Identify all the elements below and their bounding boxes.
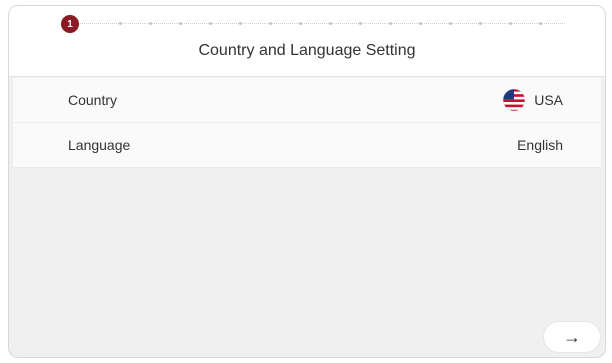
language-value-text: English	[517, 137, 563, 153]
country-value-text: USA	[534, 92, 563, 108]
next-button[interactable]: →	[543, 321, 601, 353]
stepper-track	[67, 23, 565, 24]
country-value: USA	[502, 78, 563, 122]
country-label: Country	[68, 92, 118, 108]
settings-list: Country USA Language English	[13, 78, 601, 168]
language-value: English	[517, 123, 563, 167]
step-dot	[359, 22, 362, 25]
arrow-right-icon: →	[563, 326, 581, 347]
header: 1 Country and Language Setting	[9, 6, 605, 77]
setup-screen: 1 Country and Language Setting Country U…	[8, 5, 606, 358]
step-dot	[269, 22, 272, 25]
step-dot	[539, 22, 542, 25]
step-dot	[299, 22, 302, 25]
step-dot	[329, 22, 332, 25]
page-title: Country and Language Setting	[198, 42, 416, 59]
language-row[interactable]: Language English	[13, 123, 601, 168]
step-dot	[419, 22, 422, 25]
step-dot	[149, 22, 152, 25]
step-dot	[449, 22, 452, 25]
step-dot	[479, 22, 482, 25]
step-dot	[509, 22, 512, 25]
us-flag-icon	[502, 88, 526, 112]
language-label: Language	[68, 137, 131, 153]
current-step-badge: 1	[61, 15, 79, 33]
country-row[interactable]: Country USA	[13, 78, 601, 123]
step-dot	[389, 22, 392, 25]
step-dot	[179, 22, 182, 25]
step-dot	[239, 22, 242, 25]
step-dot	[119, 22, 122, 25]
step-dot	[209, 22, 212, 25]
progress-stepper: 1	[61, 15, 565, 33]
